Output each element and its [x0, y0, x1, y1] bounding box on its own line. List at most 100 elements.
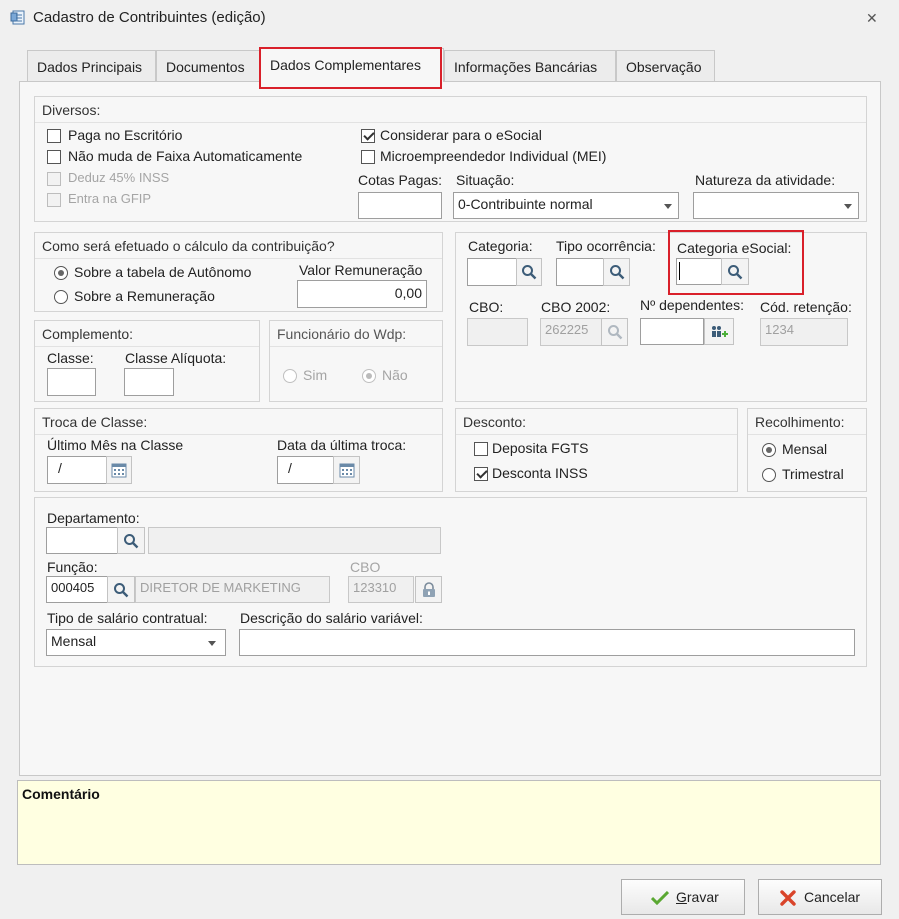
- dependentes-input[interactable]: [640, 318, 704, 345]
- app-icon: [10, 9, 26, 25]
- dependentes-add-button[interactable]: [704, 318, 734, 345]
- cbo-input[interactable]: [467, 318, 528, 346]
- calendar-icon: [111, 463, 127, 478]
- cbo2002-search-button[interactable]: [601, 318, 628, 346]
- tipo-ocorrencia-input[interactable]: [556, 258, 604, 286]
- calendar-icon: [339, 463, 354, 478]
- ultimo-mes-calendar-button[interactable]: [106, 456, 132, 484]
- mei-checkbox[interactable]: [361, 150, 375, 164]
- group-title: Desconto:: [456, 409, 737, 435]
- recolhimento-mensal-radio[interactable]: [762, 443, 776, 457]
- cotas-pagas-label: Cotas Pagas:: [358, 172, 443, 188]
- opt-remuneracao-label: Sobre a Remuneração: [74, 288, 215, 304]
- cod-retencao-label: Cód. retenção:: [760, 299, 852, 315]
- group-title: Complemento:: [35, 321, 259, 347]
- categoria-label: Categoria:: [468, 238, 533, 254]
- search-icon: [114, 582, 129, 597]
- funcao-code-input[interactable]: 000405: [46, 576, 108, 603]
- tab-informacoes-bancarias[interactable]: Informações Bancárias: [444, 50, 616, 82]
- paga-escritorio-checkbox[interactable]: [47, 129, 61, 143]
- tipo-ocorrencia-search-button[interactable]: [603, 258, 630, 286]
- deposita-fgts-checkbox[interactable]: [474, 442, 488, 456]
- tab-label: Dados Principais: [37, 59, 143, 75]
- categoria-esocial-search-button[interactable]: [721, 258, 749, 285]
- window-title: Cadastro de Contribuintes (edição): [33, 9, 266, 26]
- paga-escritorio-label: Paga no Escritório: [68, 127, 183, 143]
- close-icon[interactable]: ✕: [866, 10, 878, 27]
- deduz-inss-checkbox[interactable]: [47, 172, 61, 186]
- funcionario-sim-radio[interactable]: [283, 369, 297, 383]
- natureza-select[interactable]: [693, 192, 859, 219]
- tipo-salario-label: Tipo de salário contratual:: [47, 610, 208, 626]
- chevron-down-icon[interactable]: [664, 204, 672, 209]
- departamento-search-button[interactable]: [117, 527, 145, 554]
- funcao-search-button[interactable]: [107, 576, 135, 603]
- desconta-inss-checkbox[interactable]: [474, 467, 488, 481]
- gravar-label: Gravar: [676, 889, 719, 905]
- funcionario-nao-label: Não: [382, 367, 408, 383]
- cancel-icon: [780, 890, 796, 906]
- deposita-fgts-label: Deposita FGTS: [492, 440, 589, 456]
- recolhimento-trimestral-radio[interactable]: [762, 468, 776, 482]
- valor-remuneracao-label: Valor Remuneração: [299, 262, 423, 278]
- search-icon: [728, 264, 743, 279]
- departamento-code-input[interactable]: [46, 527, 118, 554]
- categoria-esocial-label: Categoria eSocial:: [677, 240, 792, 256]
- valor-remuneracao-input[interactable]: 0,00: [297, 280, 427, 308]
- opt-remuneracao-radio[interactable]: [54, 290, 68, 304]
- desconta-inss-label: Desconta INSS: [492, 465, 588, 481]
- cancelar-label: Cancelar: [804, 889, 861, 905]
- gravar-button[interactable]: Gravar: [621, 879, 745, 915]
- situacao-select[interactable]: 0-Contribuinte normal: [453, 192, 679, 219]
- classe-aliquota-label: Classe Alíquota:: [125, 350, 227, 366]
- funcao-cbo-input[interactable]: 123310: [348, 576, 414, 603]
- considerar-esocial-checkbox[interactable]: [361, 129, 375, 143]
- funcionario-sim-label: Sim: [303, 367, 328, 383]
- nao-muda-faixa-label: Não muda de Faixa Automaticamente: [68, 148, 303, 164]
- nao-muda-faixa-checkbox[interactable]: [47, 150, 61, 164]
- chevron-down-icon[interactable]: [844, 204, 852, 209]
- tipo-salario-select[interactable]: Mensal: [46, 629, 226, 656]
- text-caret: [679, 262, 680, 280]
- cotas-pagas-input[interactable]: [358, 192, 442, 219]
- tab-observacao[interactable]: Observação: [616, 50, 715, 82]
- cancelar-button[interactable]: Cancelar: [758, 879, 882, 915]
- recolhimento-trimestral-label: Trimestral: [782, 466, 844, 482]
- tab-documentos[interactable]: Documentos: [156, 50, 260, 82]
- categoria-esocial-input[interactable]: [676, 258, 722, 285]
- funcionario-nao-radio[interactable]: [362, 369, 376, 383]
- categoria-search-button[interactable]: [516, 258, 542, 286]
- funcao-cbo-lock-button[interactable]: [415, 576, 442, 603]
- categoria-input[interactable]: [467, 258, 517, 286]
- classe-input[interactable]: [47, 368, 96, 396]
- cbo2002-input[interactable]: 262225: [540, 318, 602, 346]
- group-title: Recolhimento:: [748, 409, 866, 435]
- check-icon: [651, 891, 669, 905]
- tipo-salario-value: Mensal: [51, 633, 97, 649]
- opt-autonomo-radio[interactable]: [54, 266, 68, 280]
- group-title: Troca de Classe:: [35, 409, 442, 435]
- departamento-name-input[interactable]: [148, 527, 441, 554]
- entra-gfip-checkbox[interactable]: [47, 193, 61, 207]
- desc-salario-label: Descrição do salário variável:: [240, 610, 423, 626]
- cbo2002-label: CBO 2002:: [541, 299, 611, 315]
- recolhimento-mensal-label: Mensal: [782, 441, 828, 457]
- group-title: Como será efetuado o cálculo da contribu…: [35, 233, 442, 259]
- cod-retencao-input[interactable]: 1234: [760, 318, 848, 346]
- ultimo-mes-input[interactable]: /: [47, 456, 107, 484]
- search-icon: [609, 265, 624, 280]
- comentario-box[interactable]: Comentário: [17, 780, 881, 865]
- tab-label: Informações Bancárias: [454, 59, 598, 75]
- group-title: Funcionário do Wdp:: [270, 321, 442, 347]
- cbo-label: CBO:: [469, 299, 504, 315]
- classe-label: Classe:: [47, 350, 94, 366]
- chevron-down-icon[interactable]: [208, 641, 216, 646]
- classe-aliquota-input[interactable]: [124, 368, 174, 396]
- data-troca-calendar-button[interactable]: [333, 456, 360, 484]
- situacao-value: 0-Contribuinte normal: [458, 196, 593, 212]
- data-troca-input[interactable]: /: [277, 456, 334, 484]
- desc-salario-input[interactable]: [239, 629, 855, 656]
- tab-dados-principais[interactable]: Dados Principais: [27, 50, 156, 82]
- comentario-label: Comentário: [22, 786, 100, 802]
- funcao-name-input[interactable]: DIRETOR DE MARKETING: [135, 576, 330, 603]
